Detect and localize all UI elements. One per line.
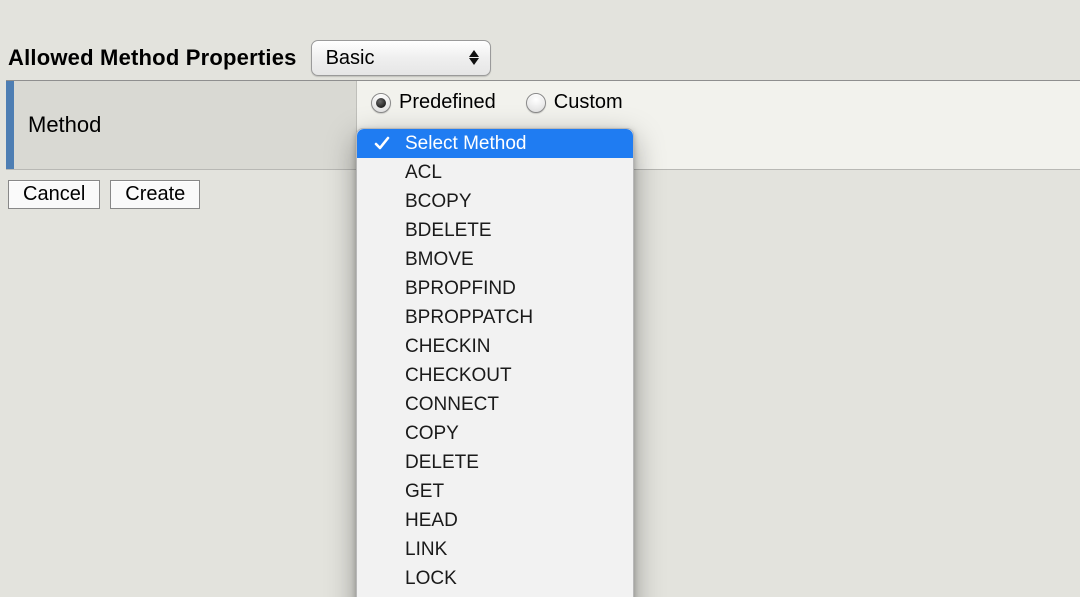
method-option-label: CHECKOUT <box>405 365 512 387</box>
method-option-label: ACL <box>405 162 442 184</box>
method-option[interactable]: BCOPY <box>357 187 633 216</box>
method-option[interactable]: LINK <box>357 535 633 564</box>
method-dropdown-popup[interactable]: Select Method ACL BCOPY BDELETE BMOVE BPROPFI… <box>356 128 634 597</box>
method-option-label: LINK <box>405 539 447 561</box>
method-option[interactable]: CONNECT <box>357 390 633 419</box>
property-name-cell: Method <box>6 81 356 169</box>
radio-predefined-label: Predefined <box>399 91 496 114</box>
method-option[interactable]: BMOVE <box>357 245 633 274</box>
method-option[interactable]: BPROPPATCH <box>357 303 633 332</box>
method-option-label: COPY <box>405 423 459 445</box>
method-option[interactable]: BPROPFIND <box>357 274 633 303</box>
mode-select-value: Basic <box>326 47 375 70</box>
method-option[interactable]: CHECKOUT <box>357 361 633 390</box>
method-option[interactable]: BDELETE <box>357 216 633 245</box>
method-option-label: LOCK <box>405 568 457 590</box>
method-option-label: CONNECT <box>405 394 499 416</box>
method-option-label: BCOPY <box>405 191 472 213</box>
method-option-label: HEAD <box>405 510 458 532</box>
method-option-label: DELETE <box>405 452 479 474</box>
method-option[interactable]: GET <box>357 477 633 506</box>
method-option-label: BPROPFIND <box>405 278 516 300</box>
method-option-label: BMOVE <box>405 249 474 271</box>
method-option-label: BDELETE <box>405 220 492 242</box>
property-name-label: Method <box>28 112 101 138</box>
section-title: Allowed Method Properties <box>8 45 297 71</box>
method-option[interactable]: MERGE <box>357 593 633 597</box>
cancel-button[interactable]: Cancel <box>8 180 100 209</box>
method-option[interactable]: ACL <box>357 158 633 187</box>
mode-select[interactable]: Basic <box>311 40 491 76</box>
check-icon <box>373 134 391 152</box>
radio-custom[interactable]: Custom <box>526 91 623 114</box>
radio-dot-icon <box>526 93 546 113</box>
method-option-label: CHECKIN <box>405 336 491 358</box>
method-option-label: GET <box>405 481 444 503</box>
method-option-label: BPROPPATCH <box>405 307 533 329</box>
radio-dot-icon <box>371 93 391 113</box>
method-option[interactable]: DELETE <box>357 448 633 477</box>
method-option[interactable]: Select Method <box>357 129 633 158</box>
create-button[interactable]: Create <box>110 180 200 209</box>
select-stepper-icon <box>466 43 482 71</box>
method-option[interactable]: CHECKIN <box>357 332 633 361</box>
method-option[interactable]: COPY <box>357 419 633 448</box>
radio-custom-label: Custom <box>554 91 623 114</box>
radio-predefined[interactable]: Predefined <box>371 91 496 114</box>
method-option[interactable]: HEAD <box>357 506 633 535</box>
method-option[interactable]: LOCK <box>357 564 633 593</box>
method-option-label: Select Method <box>405 133 526 155</box>
